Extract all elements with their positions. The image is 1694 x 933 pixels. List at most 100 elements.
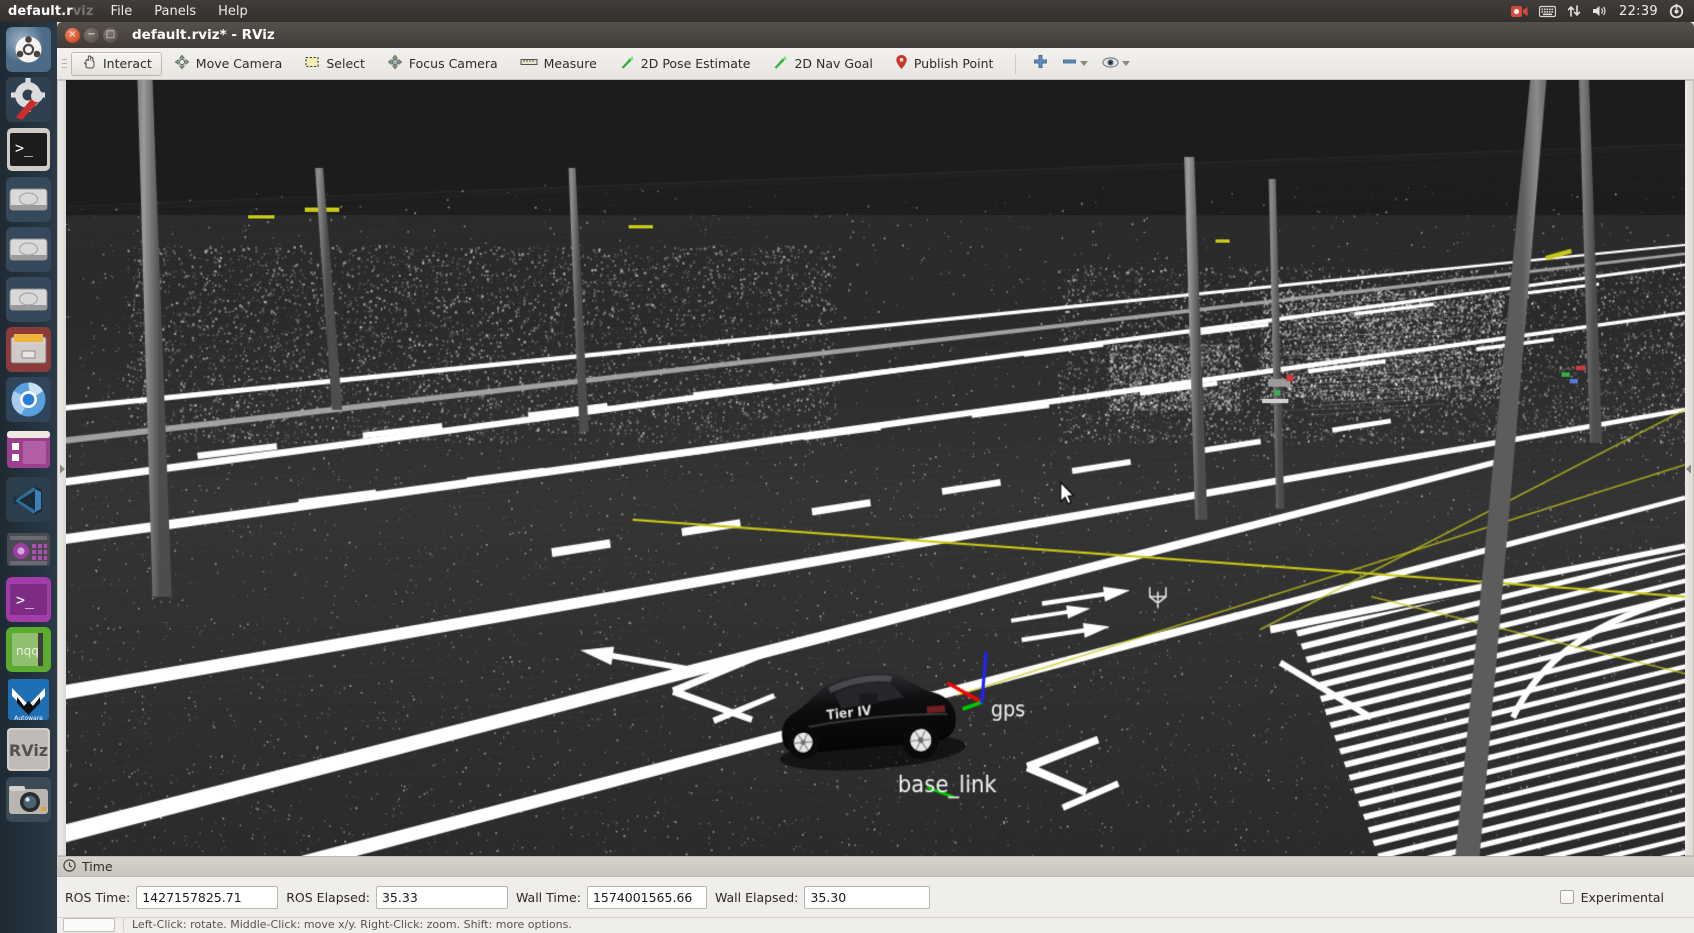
status-bar-box[interactable] [63,918,115,932]
global-menu-bar: File Panels Help [100,4,259,19]
chevron-down-icon[interactable] [1122,61,1131,66]
ruler-icon [520,54,538,73]
measure-tool[interactable]: Measure [510,52,607,76]
experimental-checkbox[interactable]: Experimental [1559,889,1686,905]
time-panel: Time ROS Time: ROS Elapsed: Wall Time: W… [57,856,1694,933]
nav-goal-tool[interactable]: 2D Nav Goal [762,52,882,76]
svg-text:nqq: nqq [16,644,39,658]
camera-icon[interactable] [4,775,53,824]
status-bar: Left-Click: rotate. Middle-Click: move x… [57,917,1694,933]
add-tool-button[interactable] [1026,52,1055,76]
window-app-icon[interactable] [4,425,53,474]
focus-camera-tool[interactable]: Focus Camera [377,52,508,76]
system-settings-icon[interactable] [4,75,53,124]
chromium-icon[interactable] [4,375,53,424]
focus-camera-icon [387,54,403,73]
vscode-icon[interactable] [4,475,53,524]
tool-visibility-button[interactable] [1095,52,1137,76]
network-icon[interactable] [1567,4,1581,18]
publish-point-tool[interactable]: Publish Point [885,52,1004,76]
panel-app-name-text: default.r [8,3,73,19]
point-cloud-scene[interactable] [66,80,1685,856]
green-arrow-icon [619,54,635,73]
move-camera-icon [174,54,190,73]
publish-point-tool-label: Publish Point [913,56,994,71]
unity-launcher: >_ >_ nqq Autoware RViz [0,22,57,933]
power-gear-icon[interactable] [1669,3,1684,19]
ros-elapsed-label: ROS Elapsed: [286,889,370,905]
pose-estimate-tool[interactable]: 2D Pose Estimate [609,52,761,76]
svg-text:Autoware: Autoware [14,715,43,722]
autoware-icon[interactable]: Autoware [4,675,53,724]
clock-icon [63,858,76,875]
svg-text:RViz: RViz [9,741,48,760]
remove-tool-button[interactable] [1055,52,1095,76]
ros-time-label: ROS Time: [65,889,131,905]
window-titlebar[interactable]: × − □ default.rviz* - RViz [57,22,1694,48]
time-fields-row: ROS Time: ROS Elapsed: Wall Time: Wall E… [57,877,1694,917]
panel-app-name-suffix: viz [72,3,94,19]
interact-tool[interactable]: Interact [71,51,162,76]
disk-drive-icon-3[interactable] [4,275,53,324]
left-panel-expander[interactable] [57,80,67,856]
select-rect-icon [304,54,320,73]
hand-cursor-icon [81,54,97,73]
notepadqq-icon[interactable]: nqq [4,625,53,674]
wall-time-field: Wall Time: [515,885,707,909]
wall-elapsed-input[interactable] [804,885,931,909]
close-button[interactable]: × [65,27,80,43]
maximize-icon: □ [105,29,116,40]
green-arrow-icon [772,54,788,73]
wall-elapsed-label: Wall Elapsed: [714,889,799,905]
clock-label[interactable]: 22:39 [1619,4,1658,19]
chevron-right-icon [59,459,66,478]
wall-time-label: Wall Time: [515,889,581,905]
status-bar-hint: Left-Click: rotate. Middle-Click: move x… [123,918,572,932]
move-camera-tool[interactable]: Move Camera [164,52,293,76]
wall-time-input[interactable] [586,885,707,909]
ros-time-input[interactable] [136,885,279,909]
chevron-down-icon[interactable] [1080,61,1089,66]
keyboard-layout-icon[interactable] [1539,5,1557,18]
screen-record-icon[interactable] [1511,5,1528,18]
rviz-window: × − □ default.rviz* - RViz Interact Move… [57,22,1694,933]
menu-help[interactable]: Help [207,4,259,19]
minus-icon [1062,54,1077,73]
select-tool[interactable]: Select [294,52,375,76]
rviz-toolbar: Interact Move Camera Select Focus Camera [57,48,1694,80]
menu-file[interactable]: File [100,4,144,19]
ubuntu-dash-icon[interactable] [4,25,53,74]
focus-camera-tool-label: Focus Camera [408,56,498,71]
move-camera-tool-label: Move Camera [195,56,283,71]
ros-elapsed-field: ROS Elapsed: [286,885,508,909]
pose-estimate-tool-label: 2D Pose Estimate [640,56,751,71]
terminal-purple-icon[interactable]: >_ [4,575,53,624]
experimental-checkbox-box[interactable] [1559,890,1574,904]
disk-drive-icon-2[interactable] [4,225,53,274]
ros-elapsed-input[interactable] [375,885,508,909]
time-panel-header[interactable]: Time [57,856,1694,877]
plus-icon [1033,54,1048,73]
volume-icon[interactable] [1592,4,1608,18]
rviz-icon[interactable]: RViz [4,725,53,774]
file-manager-icon[interactable] [4,325,53,374]
close-icon: × [68,29,77,40]
wall-elapsed-field: Wall Elapsed: [714,885,931,909]
terminal-icon[interactable]: >_ [4,125,53,174]
time-panel-title: Time [82,859,113,874]
minimize-button[interactable]: − [84,27,99,43]
svg-text:>_: >_ [15,139,34,157]
unity-top-panel: default.rviz File Panels Help 22:39 [0,0,1694,22]
right-panel-expander[interactable] [1684,80,1694,856]
3d-viewport[interactable] [66,80,1685,856]
disk-drive-icon-1[interactable] [4,175,53,224]
maximize-button[interactable]: □ [103,27,118,43]
interact-tool-label: Interact [103,56,152,71]
eye-icon [1102,54,1120,73]
toolbar-drag-handle[interactable] [61,54,68,74]
experimental-label: Experimental [1580,889,1664,905]
menu-panels[interactable]: Panels [143,4,207,19]
nav-goal-tool-label: 2D Nav Goal [794,56,873,71]
select-tool-label: Select [326,56,365,71]
synth-panel-icon[interactable] [4,525,53,574]
